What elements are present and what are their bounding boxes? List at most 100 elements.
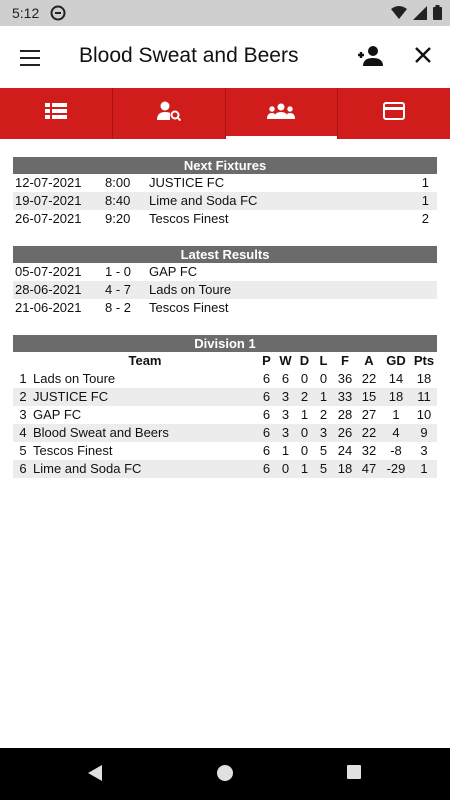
stat-w: 1 bbox=[281, 443, 290, 458]
section-header: Division 1 bbox=[13, 335, 437, 352]
stat-f: 36 bbox=[337, 371, 353, 386]
status-bar: 5:12 bbox=[0, 0, 450, 26]
team-name: Blood Sweat and Beers bbox=[33, 425, 169, 440]
group-icon bbox=[267, 103, 296, 124]
col-pts: Pts bbox=[413, 353, 435, 368]
team-name: Lime and Soda FC bbox=[33, 461, 142, 476]
stat-l: 2 bbox=[319, 407, 328, 422]
table-row[interactable]: 4 Blood Sweat and Beers 6 3 0 3 26 22 4 … bbox=[13, 424, 437, 442]
table-row[interactable]: 6 Lime and Soda FC 6 0 1 5 18 47 -29 1 bbox=[13, 460, 437, 478]
table-row[interactable]: 12-07-2021 8:00 JUSTICE FC 1 bbox=[13, 174, 437, 192]
main-content: Next Fixtures 12-07-2021 8:00 JUSTICE FC… bbox=[13, 157, 437, 496]
person-search-icon bbox=[156, 101, 181, 126]
col-pos bbox=[13, 352, 33, 370]
stat-gd: 14 bbox=[388, 371, 404, 386]
tab-team[interactable] bbox=[225, 88, 339, 139]
tab-player-search[interactable] bbox=[113, 88, 226, 139]
stat-w: 3 bbox=[281, 407, 290, 422]
stat-gd: 4 bbox=[392, 425, 400, 440]
wifi-icon bbox=[391, 5, 407, 23]
stat-f: 26 bbox=[337, 425, 353, 440]
fixture-time: 9:20 bbox=[105, 211, 131, 226]
close-icon[interactable] bbox=[412, 44, 434, 71]
table-row[interactable]: 19-07-2021 8:40 Lime and Soda FC 1 bbox=[13, 192, 437, 210]
stat-d: 0 bbox=[300, 371, 309, 386]
stat-d: 0 bbox=[300, 443, 309, 458]
fixture-number: 2 bbox=[421, 211, 429, 226]
stat-gd: -29 bbox=[386, 461, 406, 476]
team-position: 2 bbox=[19, 389, 27, 404]
col-f: F bbox=[341, 353, 349, 368]
tab-fixtures-list[interactable] bbox=[0, 88, 113, 139]
result-date: 05-07-2021 bbox=[15, 264, 82, 279]
menu-icon[interactable] bbox=[18, 46, 42, 70]
stat-f: 28 bbox=[337, 407, 353, 422]
recents-icon[interactable] bbox=[346, 764, 362, 785]
team-position: 3 bbox=[19, 407, 27, 422]
fixture-time: 8:40 bbox=[105, 193, 131, 208]
battery-icon bbox=[433, 5, 442, 23]
signal-icon bbox=[413, 5, 427, 23]
league-column-headers: Team P W D L F A GD Pts bbox=[13, 352, 437, 370]
team-position: 6 bbox=[19, 461, 27, 476]
table-row[interactable]: 5 Tescos Finest 6 1 0 5 24 32 -8 3 bbox=[13, 442, 437, 460]
fixture-date: 12-07-2021 bbox=[15, 175, 82, 190]
col-w: W bbox=[279, 353, 292, 368]
home-icon[interactable] bbox=[216, 764, 234, 787]
table-row[interactable]: 3 GAP FC 6 3 1 2 28 27 1 10 bbox=[13, 406, 437, 424]
latest-results-table: Latest Results 05-07-2021 1 - 0 GAP FC 2… bbox=[13, 246, 437, 317]
stat-p: 6 bbox=[262, 389, 271, 404]
col-p: P bbox=[262, 353, 271, 368]
table-row[interactable]: 2 JUSTICE FC 6 3 2 1 33 15 18 11 bbox=[13, 388, 437, 406]
col-team: Team bbox=[128, 353, 162, 368]
stat-l: 1 bbox=[319, 389, 328, 404]
stat-p: 6 bbox=[262, 425, 271, 440]
league-table: Division 1 Team P W D L F A GD Pts 1 Lad… bbox=[13, 335, 437, 478]
table-row[interactable]: 1 Lads on Toure 6 6 0 0 36 22 14 18 bbox=[13, 370, 437, 388]
stat-pts: 10 bbox=[416, 407, 432, 422]
stat-pts: 9 bbox=[420, 425, 428, 440]
table-row[interactable]: 26-07-2021 9:20 Tescos Finest 2 bbox=[13, 210, 437, 228]
result-score: 1 - 0 bbox=[105, 264, 132, 279]
stat-l: 3 bbox=[319, 425, 328, 440]
stat-w: 6 bbox=[281, 371, 290, 386]
result-date: 21-06-2021 bbox=[15, 300, 82, 315]
page-title: Blood Sweat and Beers bbox=[79, 44, 299, 67]
result-date: 28-06-2021 bbox=[15, 282, 82, 297]
system-nav-bar bbox=[0, 748, 450, 800]
stat-a: 27 bbox=[361, 407, 377, 422]
card-icon bbox=[383, 102, 406, 125]
stat-p: 6 bbox=[262, 461, 271, 476]
status-time: 5:12 bbox=[12, 5, 40, 21]
table-row[interactable]: 21-06-2021 8 - 2 Tescos Finest bbox=[13, 299, 437, 317]
fixture-number: 1 bbox=[421, 175, 429, 190]
result-opponent: GAP FC bbox=[149, 264, 198, 279]
stat-l: 0 bbox=[319, 371, 328, 386]
stat-a: 22 bbox=[361, 371, 377, 386]
result-score: 4 - 7 bbox=[105, 282, 132, 297]
stat-f: 18 bbox=[337, 461, 353, 476]
list-icon bbox=[44, 102, 67, 125]
fixture-opponent: Lime and Soda FC bbox=[149, 193, 258, 208]
stat-a: 15 bbox=[361, 389, 377, 404]
add-person-icon[interactable] bbox=[356, 44, 384, 73]
stat-d: 2 bbox=[300, 389, 309, 404]
tab-payments[interactable] bbox=[338, 88, 450, 139]
stat-p: 6 bbox=[262, 443, 271, 458]
stat-l: 5 bbox=[319, 443, 328, 458]
fixture-number: 1 bbox=[421, 193, 429, 208]
app-bar: Blood Sweat and Beers bbox=[0, 26, 450, 88]
fixture-time: 8:00 bbox=[105, 175, 131, 190]
section-header: Next Fixtures bbox=[13, 157, 437, 174]
result-opponent: Tescos Finest bbox=[149, 300, 229, 315]
table-row[interactable]: 28-06-2021 4 - 7 Lads on Toure bbox=[13, 281, 437, 299]
team-name: GAP FC bbox=[33, 407, 82, 422]
stat-p: 6 bbox=[262, 407, 271, 422]
back-icon[interactable] bbox=[86, 764, 104, 787]
stat-d: 0 bbox=[300, 425, 309, 440]
stat-w: 3 bbox=[281, 425, 290, 440]
stat-l: 5 bbox=[319, 461, 328, 476]
stat-gd: -8 bbox=[390, 443, 402, 458]
table-row[interactable]: 05-07-2021 1 - 0 GAP FC bbox=[13, 263, 437, 281]
stat-pts: 11 bbox=[417, 389, 431, 404]
